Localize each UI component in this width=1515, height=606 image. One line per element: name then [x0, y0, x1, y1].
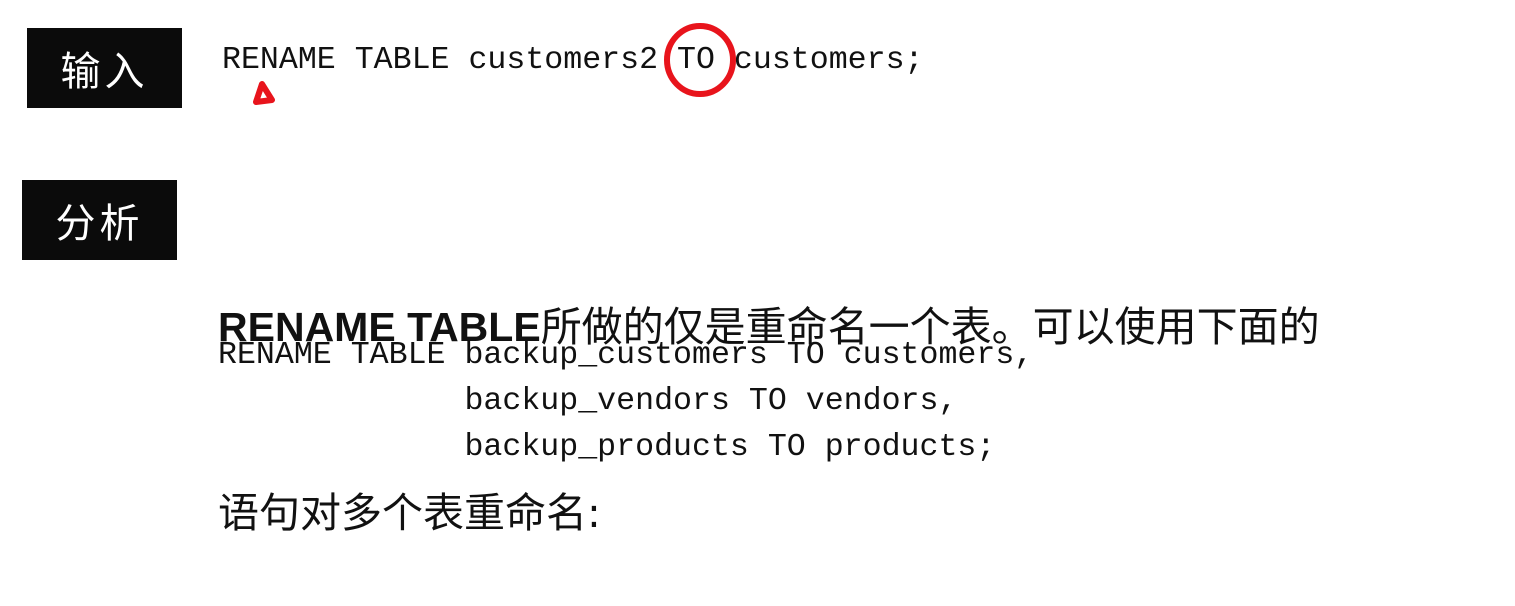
red-annotations: [253, 23, 736, 105]
red-circle-annotation: [664, 23, 736, 97]
red-mark-annotation: [253, 81, 275, 105]
